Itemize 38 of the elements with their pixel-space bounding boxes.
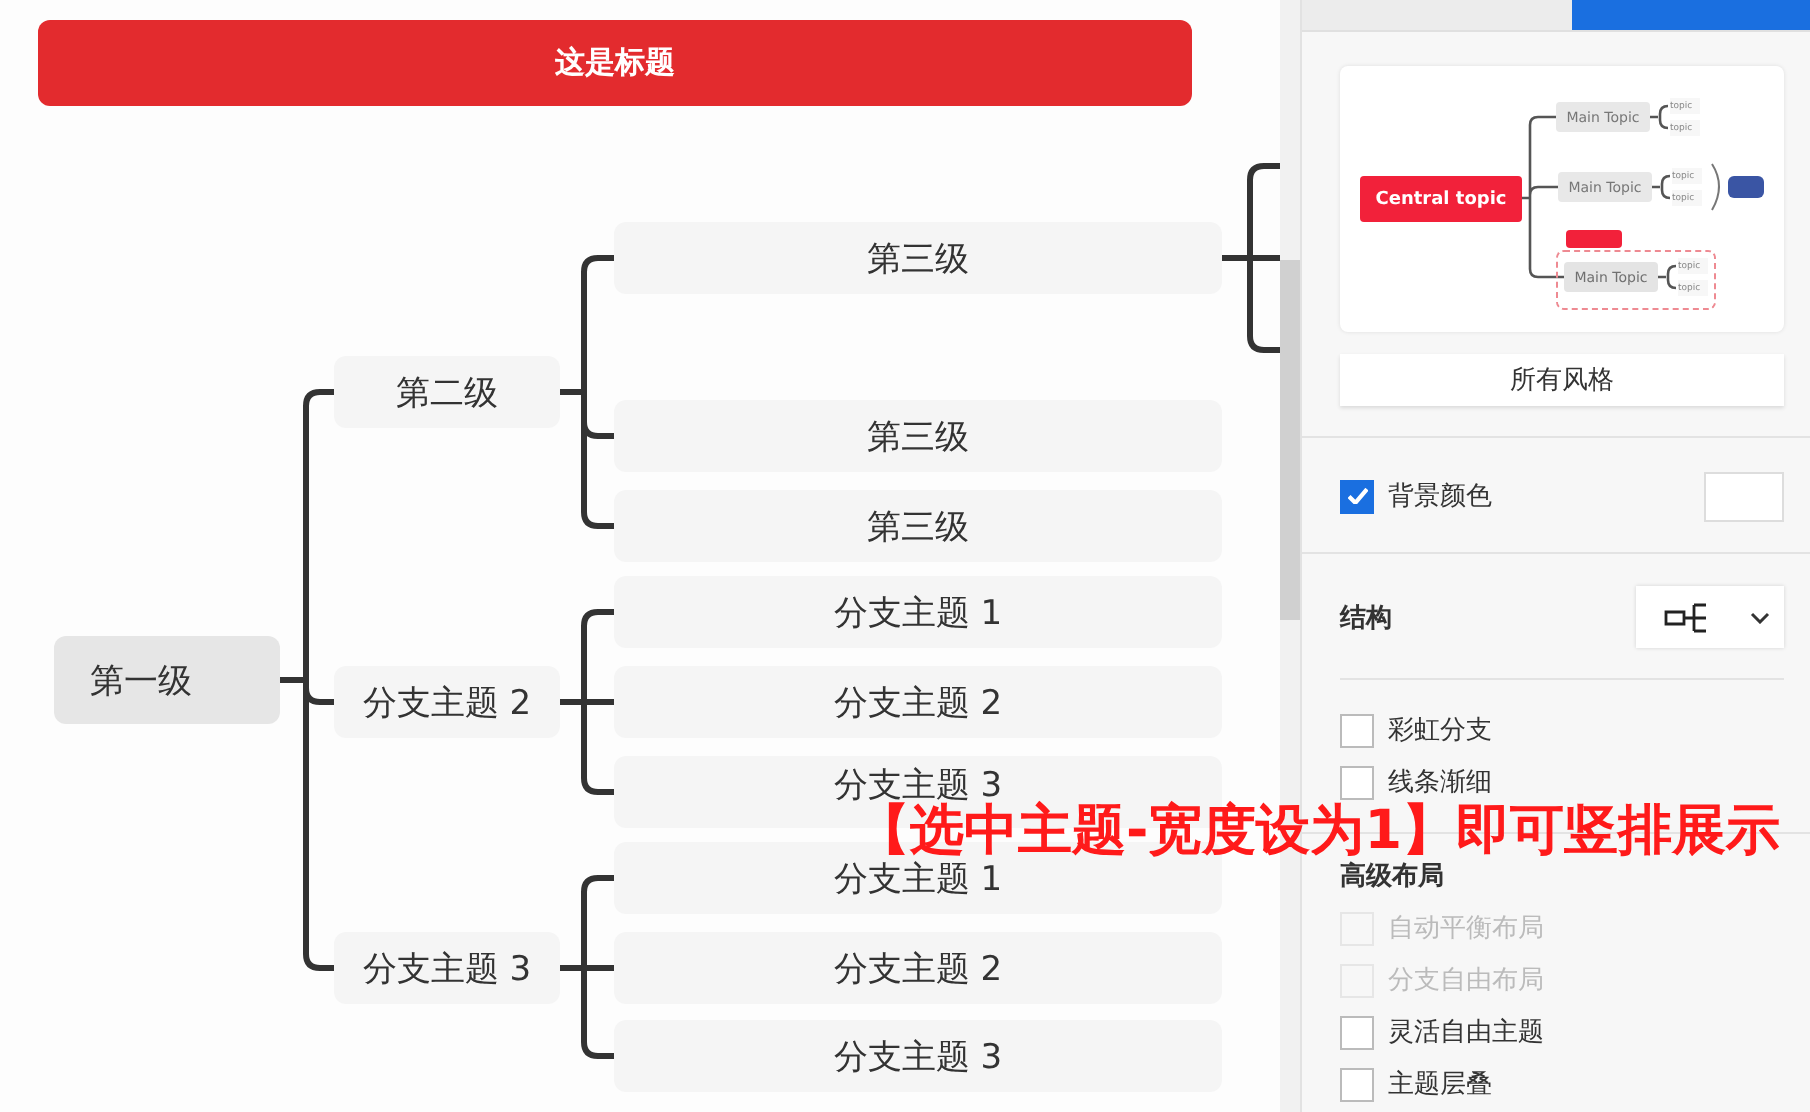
checkmark-icon (1347, 488, 1367, 504)
topic-node[interactable]: 分支主题 2 (334, 666, 560, 738)
chevron-down-icon (1750, 611, 1770, 623)
checkbox[interactable] (1340, 765, 1374, 799)
summary-marker (1728, 176, 1764, 198)
checkbox-label: 背景颜色 (1388, 480, 1492, 514)
checkbox-label: 自动平衡布局 (1388, 912, 1544, 946)
topic-node[interactable]: 第三级 (614, 490, 1222, 562)
topic-node[interactable]: 分支主题 3 (614, 1020, 1222, 1092)
structure-icon (1664, 601, 1712, 633)
panel-tab[interactable] (1302, 0, 1572, 30)
checkbox-label: 灵活自由主题 (1388, 1016, 1544, 1050)
checkbox-label: 彩虹分支 (1388, 714, 1492, 748)
title-banner[interactable]: 这是标题 (38, 20, 1192, 106)
topic-node[interactable]: 第一级 (54, 636, 280, 724)
checkbox[interactable] (1340, 1015, 1374, 1049)
checkbox[interactable] (1340, 479, 1374, 513)
checkbox[interactable] (1340, 713, 1374, 747)
all-styles-button[interactable]: 所有风格 (1340, 354, 1784, 406)
checkbox-label: 主题层叠 (1388, 1068, 1492, 1102)
topic-node[interactable]: 分支主题 1 (614, 576, 1222, 648)
checkbox-label: 线条渐细 (1388, 766, 1492, 800)
central-topic: Central topic (1360, 176, 1522, 222)
topic-node[interactable]: 分支主题 3 (334, 932, 560, 1004)
color-swatch[interactable] (1704, 471, 1784, 521)
structure-dropdown[interactable] (1636, 586, 1784, 648)
topic-node[interactable]: 分支主题 2 (614, 666, 1222, 738)
checkbox[interactable] (1340, 1067, 1374, 1101)
topic-node[interactable]: 第三级 (614, 222, 1222, 294)
topic-node[interactable]: 第三级 (614, 400, 1222, 472)
section-label: 高级布局 (1340, 859, 1446, 894)
topic-node[interactable]: 分支主题 2 (614, 932, 1222, 1004)
topic-node[interactable]: 第二级 (334, 356, 560, 428)
summary-bracket (1711, 163, 1720, 211)
section-label: 结构 (1340, 601, 1392, 635)
checkbox-label: 分支自由布局 (1388, 964, 1544, 998)
tag-marker (1566, 230, 1622, 248)
panel-tab[interactable] (1572, 0, 1810, 30)
